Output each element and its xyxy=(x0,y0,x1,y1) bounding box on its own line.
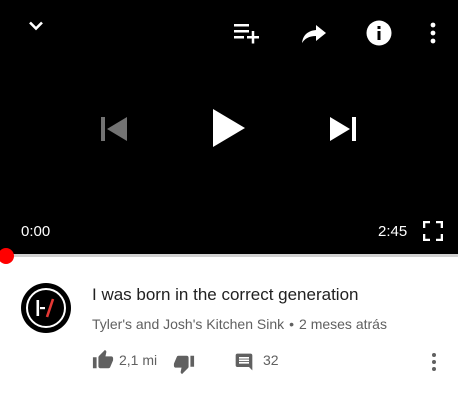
progress-bar[interactable] xyxy=(0,254,458,257)
info-icon[interactable] xyxy=(366,20,392,46)
skip-previous-icon[interactable] xyxy=(100,116,128,142)
comment-count: 32 xyxy=(263,352,279,368)
scrubber-handle[interactable] xyxy=(0,248,14,264)
upload-date: 2 meses atrás xyxy=(299,316,387,332)
more-options-icon[interactable] xyxy=(429,352,439,372)
channel-avatar[interactable] xyxy=(21,283,71,333)
skip-next-icon[interactable] xyxy=(329,116,357,142)
current-time: 0:00 xyxy=(21,223,51,240)
chevron-down-icon[interactable] xyxy=(24,14,48,38)
duration: 2:45 xyxy=(378,223,408,240)
play-icon[interactable] xyxy=(211,107,247,149)
share-icon[interactable] xyxy=(300,22,328,46)
video-player[interactable]: 0:00 2:45 xyxy=(0,0,458,257)
channel-name[interactable]: Tyler's and Josh's Kitchen Sink xyxy=(92,316,284,332)
more-vert-icon[interactable] xyxy=(427,21,439,45)
meta-separator: • xyxy=(289,316,295,332)
like-count: 2,1 mi xyxy=(119,352,158,368)
comment-icon[interactable] xyxy=(234,352,254,372)
band-logo-icon xyxy=(36,298,55,318)
video-meta: Tyler's and Josh's Kitchen Sink • 2 meses … xyxy=(92,316,387,332)
thumbs-down-icon[interactable] xyxy=(173,353,195,375)
add-to-queue-icon[interactable] xyxy=(233,20,261,46)
fullscreen-icon[interactable] xyxy=(423,221,443,241)
video-title: I was born in the correct generation xyxy=(92,285,359,304)
thumbs-up-icon[interactable] xyxy=(92,349,114,371)
